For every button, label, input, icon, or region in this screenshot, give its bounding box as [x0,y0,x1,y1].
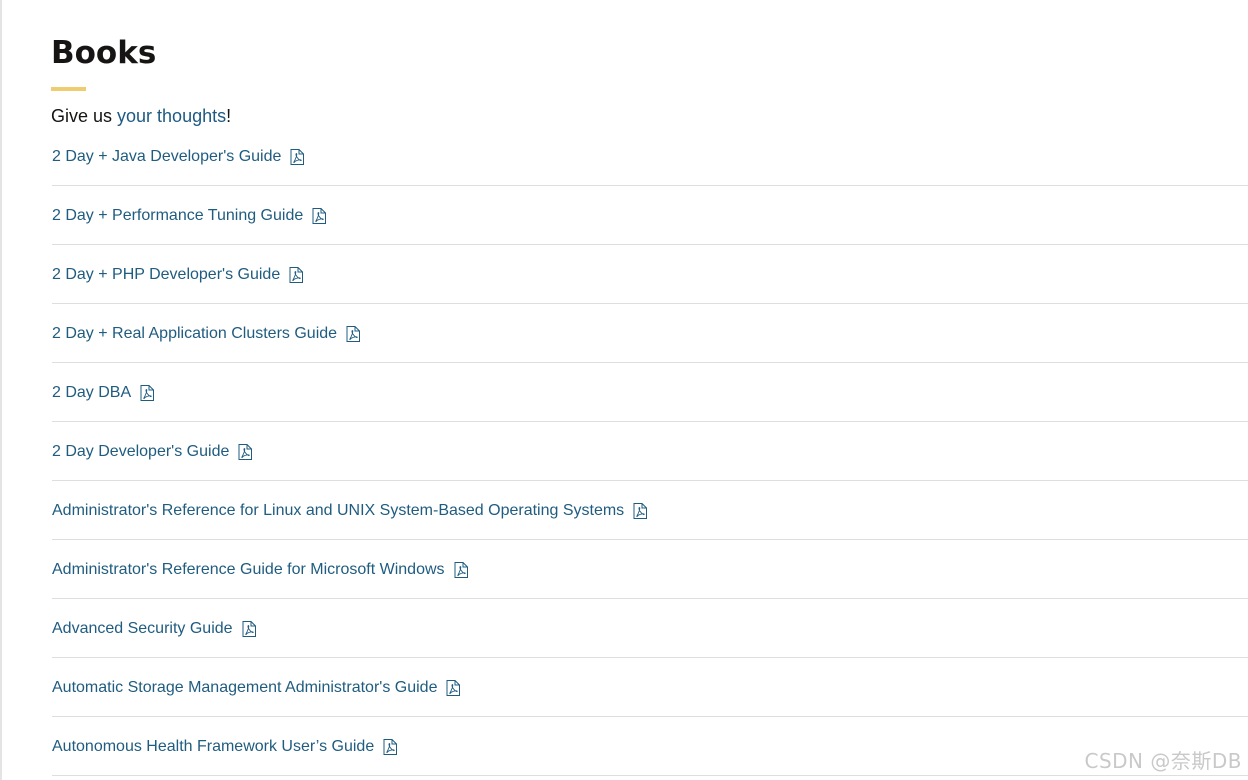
watermark: CSDN @奈斯DB [1084,749,1242,773]
book-link-2-day-dba[interactable]: 2 Day DBA [52,383,155,403]
book-title: Autonomous Health Framework User’s Guide [52,738,375,755]
book-title: Administrator's Reference Guide for Micr… [52,561,445,578]
list-item: 2 Day DBA [52,363,1248,422]
book-link-administrators-reference-linux-unix[interactable]: Administrator's Reference for Linux and … [52,501,648,521]
pdf-icon[interactable] [446,680,461,696]
list-item: 2 Day Developer's Guide [52,422,1248,481]
book-title: 2 Day + PHP Developer's Guide [52,266,281,283]
book-title: 2 Day + Performance Tuning Guide [52,207,304,224]
pdf-icon[interactable] [238,444,253,460]
list-item: 2 Day + Real Application Clusters Guide [52,304,1248,363]
title-underline [51,87,86,91]
book-link-autonomous-health-framework[interactable]: Autonomous Health Framework User’s Guide [52,737,398,757]
books-section: Books Give us your thoughts! 2 Day + Jav… [51,0,1248,776]
page-title: Books [51,35,157,71]
book-link-2-day-java-developers-guide[interactable]: 2 Day + Java Developer's Guide [52,147,305,167]
left-border [0,0,2,780]
pdf-icon[interactable] [140,385,155,401]
feedback-suffix: ! [226,106,232,126]
pdf-icon[interactable] [383,739,398,755]
book-link-2-day-performance-tuning-guide[interactable]: 2 Day + Performance Tuning Guide [52,206,327,226]
book-link-2-day-real-application-clusters-guide[interactable]: 2 Day + Real Application Clusters Guide [52,324,361,344]
pdf-icon[interactable] [454,562,468,578]
list-item: 2 Day + Java Developer's Guide [52,135,1248,186]
pdf-icon[interactable] [290,149,305,165]
book-title: Administrator's Reference for Linux and … [52,502,625,519]
feedback-prefix: Give us [51,106,118,126]
book-link-advanced-security-guide[interactable]: Advanced Security Guide [52,619,256,639]
book-link-asm-administrators-guide[interactable]: Automatic Storage Management Administrat… [52,678,461,698]
pdf-icon[interactable] [312,208,327,224]
list-item: Automatic Storage Management Administrat… [52,658,1248,717]
pdf-icon[interactable] [633,503,648,519]
pdf-icon[interactable] [242,621,256,637]
book-link-2-day-php-developers-guide[interactable]: 2 Day + PHP Developer's Guide [52,265,304,285]
book-link-2-day-developers-guide[interactable]: 2 Day Developer's Guide [52,442,253,462]
book-title: Advanced Security Guide [52,620,233,637]
list-item: Autonomous Health Framework User’s Guide [52,717,1248,776]
book-title: 2 Day DBA [52,384,132,401]
book-title: 2 Day + Real Application Clusters Guide [52,325,338,342]
list-item: 2 Day + PHP Developer's Guide [52,245,1248,304]
feedback-line: Give us your thoughts! [51,105,1248,127]
list-item: 2 Day + Performance Tuning Guide [52,186,1248,245]
pdf-icon[interactable] [346,326,361,342]
list-item: Administrator's Reference for Linux and … [52,481,1248,540]
pdf-icon[interactable] [289,267,304,283]
book-title: 2 Day + Java Developer's Guide [52,148,282,165]
book-link-administrators-reference-windows[interactable]: Administrator's Reference Guide for Micr… [52,560,468,580]
book-title: Automatic Storage Management Administrat… [52,679,438,696]
list-item: Advanced Security Guide [52,599,1248,658]
book-list: 2 Day + Java Developer's Guide 2 Day + P… [51,135,1248,776]
feedback-link[interactable]: your thoughts [117,106,226,126]
list-item: Administrator's Reference Guide for Micr… [52,540,1248,599]
page: Books Give us your thoughts! 2 Day + Jav… [0,0,1248,780]
book-title: 2 Day Developer's Guide [52,443,230,460]
